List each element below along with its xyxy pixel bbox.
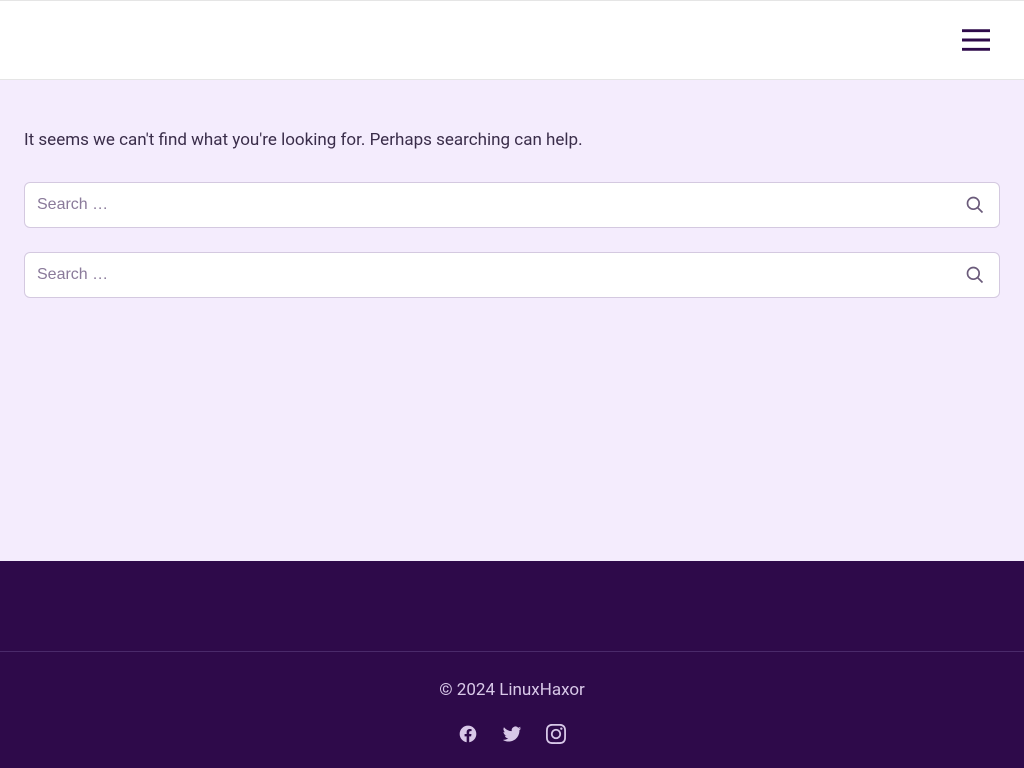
facebook-link[interactable] — [458, 724, 478, 744]
instagram-link[interactable] — [546, 724, 566, 744]
hamburger-icon — [962, 28, 990, 52]
search-icon — [965, 265, 985, 285]
not-found-message: It seems we can't find what you're looki… — [24, 128, 1000, 154]
search-container-2 — [24, 252, 1000, 298]
search-input-1[interactable] — [25, 183, 951, 227]
search-input-2[interactable] — [25, 253, 951, 297]
twitter-link[interactable] — [502, 724, 522, 744]
search-button-2[interactable] — [951, 253, 999, 297]
footer-spacer — [0, 561, 1024, 651]
search-button-1[interactable] — [951, 183, 999, 227]
main-content: It seems we can't find what you're looki… — [0, 80, 1024, 561]
search-icon — [965, 195, 985, 215]
instagram-icon — [546, 724, 566, 744]
search-container-1 — [24, 182, 1000, 228]
twitter-icon — [502, 724, 522, 744]
footer: © 2024 LinuxHaxor — [0, 652, 1024, 768]
facebook-icon — [458, 724, 478, 744]
social-icons — [24, 724, 1000, 744]
header — [0, 0, 1024, 80]
menu-button[interactable] — [952, 16, 1000, 64]
copyright-text: © 2024 LinuxHaxor — [24, 680, 1000, 700]
